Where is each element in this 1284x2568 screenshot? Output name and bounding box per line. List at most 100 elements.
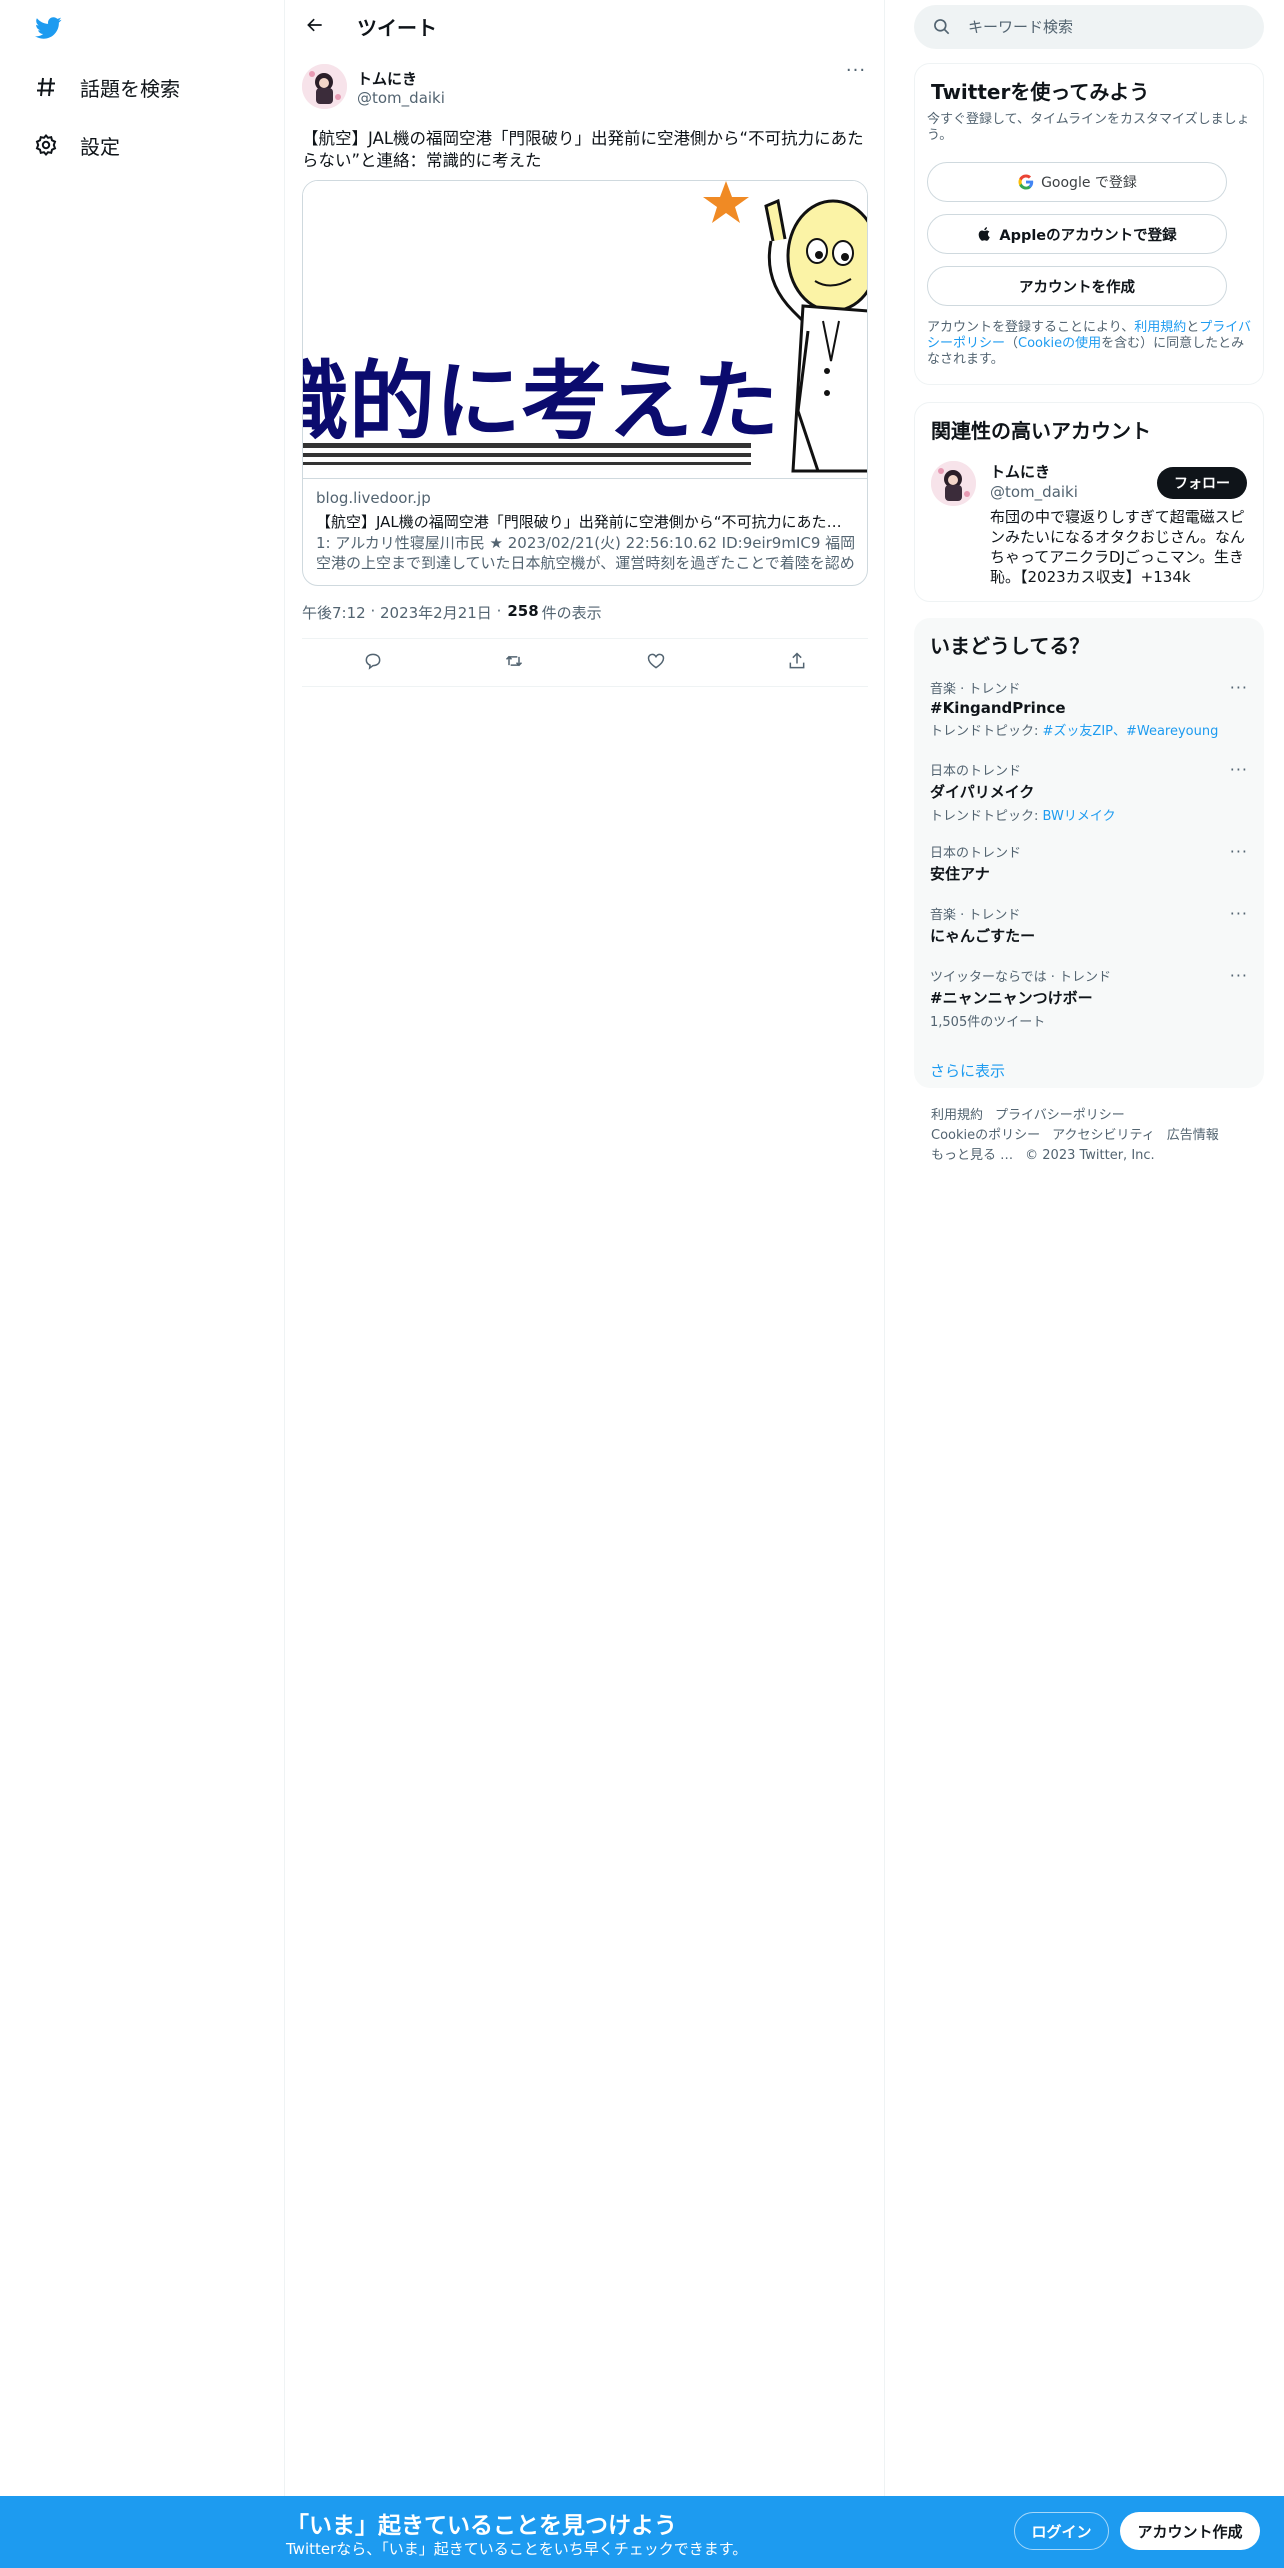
footer-copyright: © 2023 Twitter, Inc. xyxy=(1025,1148,1155,1163)
cookie-link[interactable]: Cookieの使用 xyxy=(1018,336,1101,351)
views-count: 258 xyxy=(507,602,539,620)
main-column: ツイート トムにき @tom_daiki ··· 【航空】JAL機の福岡空港「門… xyxy=(285,0,885,2496)
main-header: ツイート xyxy=(285,0,885,53)
footer-cookie-link[interactable]: Cookieのポリシー xyxy=(931,1128,1040,1143)
nav-label-settings: 設定 xyxy=(80,134,120,159)
related-title: 関連性の高いアカウント xyxy=(931,419,1151,443)
trend-item[interactable]: 日本のトレンド ダイパリメイク トレンドトピック: BWリメイク ··· xyxy=(930,760,1248,824)
trend-topic-link[interactable]: #ズッ友ZIP、#Weareyoung xyxy=(1043,724,1219,739)
trends-panel: いまどうしてる？ 音楽 · トレンド #KingandPrince トレンドトピ… xyxy=(914,618,1264,1088)
signup-panel: Twitterを使ってみよう 今すぐ登録して、タイムラインをカスタマイズしましょ… xyxy=(914,63,1264,385)
create-account-button[interactable]: アカウントを作成 xyxy=(927,266,1227,306)
follow-button[interactable]: フォロー xyxy=(1157,467,1247,499)
author-handle[interactable]: @tom_daiki xyxy=(357,89,445,107)
retweet-button[interactable] xyxy=(495,644,533,682)
trend-context: 音楽 · トレンド xyxy=(930,682,1021,697)
related-handle[interactable]: @tom_daiki xyxy=(990,483,1078,501)
left-navigation: 話題を検索 設定 xyxy=(0,0,285,2496)
google-signup-label: Google で登録 xyxy=(1041,175,1137,191)
trend-sub-prefix: トレンドトピック: xyxy=(930,809,1043,824)
nav-item-explore[interactable]: 話題を検索 xyxy=(30,67,180,107)
apple-signup-button[interactable]: Appleのアカウントで登録 xyxy=(927,214,1227,254)
trend-name: #ニャンニャンつけボー xyxy=(930,989,1093,1007)
trend-more-icon[interactable]: ··· xyxy=(1230,904,1248,923)
trend-context: 日本のトレンド xyxy=(930,764,1022,779)
trend-tweet-count: 1,505件のツイート xyxy=(930,1015,1046,1030)
footer-ads-link[interactable]: 広告情報 xyxy=(1167,1128,1219,1143)
views-label: 件の表示 xyxy=(541,604,602,622)
meta-separator: · xyxy=(491,602,502,620)
trend-item[interactable]: ツイッターならでは · トレンド #ニャンニャンつけボー 1,505件のツイート… xyxy=(930,966,1248,1030)
share-button[interactable] xyxy=(778,644,816,682)
trend-item[interactable]: 音楽 · トレンド #KingandPrince トレンドトピック: #ズッ友Z… xyxy=(930,678,1248,739)
twitter-logo-icon[interactable] xyxy=(32,14,64,42)
google-icon xyxy=(1017,173,1035,191)
more-options-icon[interactable]: ··· xyxy=(844,62,868,84)
gear-icon xyxy=(30,129,62,161)
heart-icon xyxy=(646,651,666,675)
reply-icon xyxy=(363,651,383,675)
trend-context: 日本のトレンド xyxy=(930,846,1022,861)
related-bio: 布団の中で寝返りしすぎて超電磁スピンみたいになるオタクおじさん。なんちゃってアニ… xyxy=(990,508,1246,586)
trend-more-icon[interactable]: ··· xyxy=(1230,966,1248,985)
footer-more-link[interactable]: もっと見る … xyxy=(931,1148,1013,1163)
terms-text: （ xyxy=(1005,336,1019,351)
trend-sub-prefix: トレンドトピック: xyxy=(930,724,1043,739)
like-button[interactable] xyxy=(637,644,675,682)
trend-more-icon[interactable]: ··· xyxy=(1230,842,1248,861)
trend-topics: トレンドトピック: #ズッ友ZIP、#Weareyoung xyxy=(930,720,1248,739)
search-input[interactable] xyxy=(968,18,1248,36)
back-button[interactable] xyxy=(298,10,332,44)
related-avatar[interactable] xyxy=(931,461,976,506)
footer-terms-link[interactable]: 利用規約 xyxy=(931,1108,983,1123)
apple-signup-label: Appleのアカウントで登録 xyxy=(999,227,1177,244)
show-more-link[interactable]: さらに表示 xyxy=(930,1060,1005,1081)
signup-title: Twitterを使ってみよう xyxy=(931,80,1150,104)
link-card-title: 【航空】JAL機の福岡空港「門限破り」出発前に空港側から“不可抗力にあたらない”… xyxy=(316,513,856,531)
reply-button[interactable] xyxy=(354,644,392,682)
footer-privacy-link[interactable]: プライバシーポリシー xyxy=(995,1108,1125,1123)
search-box[interactable] xyxy=(914,5,1264,49)
author-avatar[interactable] xyxy=(302,64,347,109)
tweet-header: トムにき @tom_daiki ··· xyxy=(302,62,868,112)
sidebar-footer: 利用規約 プライバシーポリシー Cookieのポリシー アクセシビリティ 広告情報 も… xyxy=(931,1106,1261,1166)
trend-topic-link[interactable]: BWリメイク xyxy=(1043,809,1116,824)
signup-subtitle: 今すぐ登録して、タイムラインをカスタマイズしましょう。 xyxy=(927,112,1250,143)
trend-more-icon[interactable]: ··· xyxy=(1230,678,1248,697)
trend-name: #KingandPrince xyxy=(930,699,1066,717)
link-card[interactable]: 識的に考えた blog.livedoor.jp 【航空】JAL機の福岡空港「門限… xyxy=(302,180,868,586)
footer-accessibility-link[interactable]: アクセシビリティ xyxy=(1052,1128,1155,1143)
share-icon xyxy=(787,651,807,675)
bottom-bar-subtitle: Twitterなら、「いま」起きていることをいち早くチェックできます。 xyxy=(286,2540,748,2558)
author-name[interactable]: トムにき xyxy=(357,68,417,89)
trend-context: 音楽 · トレンド xyxy=(930,908,1021,923)
related-name[interactable]: トムにき xyxy=(990,461,1050,482)
terms-text: と xyxy=(1186,320,1200,335)
terms-text: アカウントを登録することにより、 xyxy=(927,320,1135,335)
tweet-date[interactable]: 2023年2月21日 xyxy=(380,602,492,623)
retweet-icon xyxy=(504,651,524,675)
nav-item-settings[interactable]: 設定 xyxy=(30,125,120,165)
tweet-time[interactable]: 午後7:12 xyxy=(302,602,366,623)
trend-more-icon[interactable]: ··· xyxy=(1230,760,1248,779)
trend-item[interactable]: 音楽 · トレンド にゃんごすたー ··· xyxy=(930,904,1248,946)
hashtag-icon xyxy=(30,71,62,103)
bottom-signup-bar: 「いま」起きていることを見つけよう Twitterなら、「いま」起きていることを… xyxy=(0,2496,1284,2568)
related-accounts-panel: 関連性の高いアカウント トムにき @tom_daiki フォロー 布団の中で寝返… xyxy=(914,402,1264,602)
trend-context: ツイッターならでは · トレンド xyxy=(930,970,1112,985)
signup-button[interactable]: アカウント作成 xyxy=(1120,2512,1260,2550)
trend-name: にゃんごすたー xyxy=(930,927,1036,945)
login-button[interactable]: ログイン xyxy=(1014,2512,1109,2550)
nav-label-explore: 話題を検索 xyxy=(80,76,180,101)
trend-item[interactable]: 日本のトレンド 安住アナ ··· xyxy=(930,842,1248,884)
trend-topics: トレンドトピック: BWリメイク xyxy=(930,805,1248,824)
create-account-label: アカウントを作成 xyxy=(1019,279,1135,296)
arrow-left-icon xyxy=(305,15,325,39)
trend-name: ダイパリメイク xyxy=(930,783,1035,801)
apple-icon xyxy=(977,225,993,243)
google-signup-button[interactable]: Google で登録 xyxy=(927,162,1227,202)
terms-link[interactable]: 利用規約 xyxy=(1134,320,1186,335)
divider xyxy=(302,638,868,639)
signup-terms: アカウントを登録することにより、利用規約とプライバシーポリシー（Cookieの使… xyxy=(927,320,1253,368)
bottom-bar-title: 「いま」起きていることを見つけよう xyxy=(286,2513,677,2539)
